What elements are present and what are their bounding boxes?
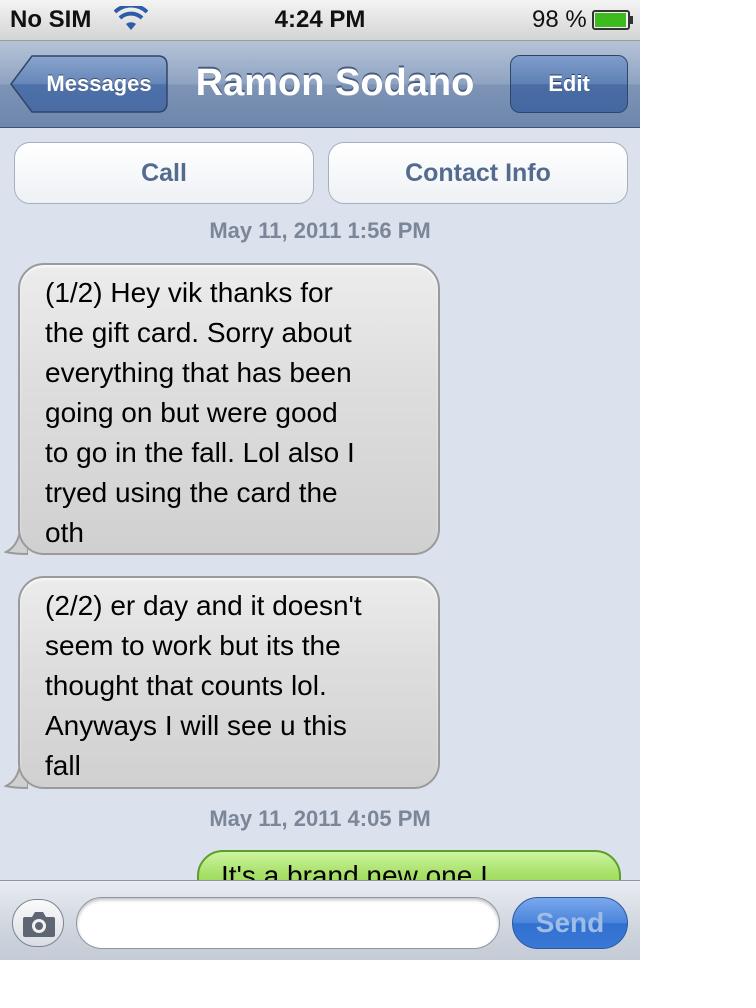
message-timestamp: May 11, 2011 4:05 PM	[209, 806, 431, 831]
camera-icon	[23, 912, 55, 937]
back-to-messages-button[interactable]: Messages	[10, 55, 168, 113]
battery-icon	[592, 10, 634, 35]
messages-screen: No SIM 4:24 PM 98 % Messages Ramon Sodan…	[0, 0, 640, 960]
contact-info-button[interactable]: Contact Info	[328, 142, 628, 204]
message-bubble[interactable]: (2/2) er day and it doesn't seem to work…	[18, 576, 440, 789]
battery-percent-label: 98 %	[532, 6, 587, 33]
camera-button[interactable]	[12, 899, 64, 947]
send-button[interactable]: Send	[512, 897, 628, 949]
edit-button[interactable]: Edit	[510, 55, 628, 113]
message-timestamp: May 11, 2011 1:56 PM	[209, 218, 431, 243]
message-bubble[interactable]: (1/2) Hey vik thanks for the gift card. …	[18, 263, 440, 555]
back-button-label: Messages	[46, 71, 152, 96]
call-button[interactable]: Call	[14, 142, 314, 204]
message-input[interactable]	[76, 897, 500, 949]
navigation-bar: Messages Ramon Sodano Edit	[0, 41, 640, 128]
compose-bar: Send	[0, 880, 640, 960]
contact-name-title: Ramon Sodano	[195, 62, 475, 104]
status-bar: No SIM 4:24 PM 98 %	[0, 0, 640, 41]
